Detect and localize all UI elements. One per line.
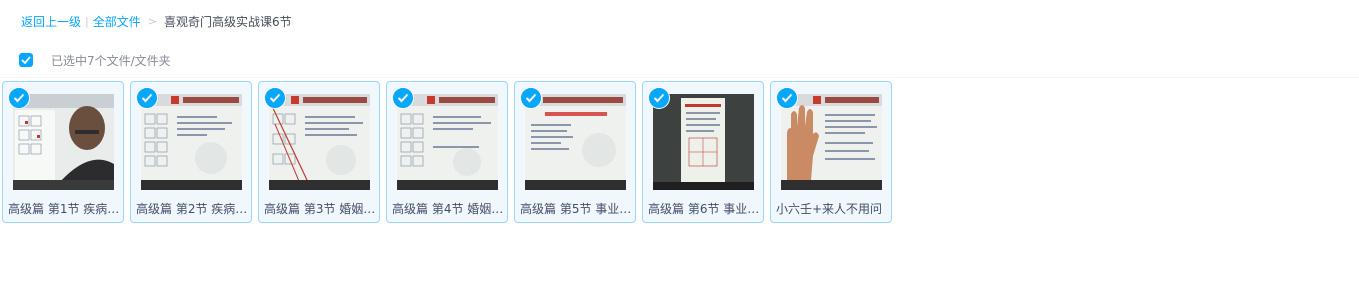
video-thumbnail [13,94,114,190]
current-folder-title: 喜观奇门高级实战课6节 [163,14,292,29]
video-thumbnail [141,94,242,190]
breadcrumb: 返回上一级 | 全部文件 > 喜观奇门高级实战课6节 [21,12,292,30]
chart-board-thumbnail-image [141,94,242,190]
selected-check-icon[interactable] [648,87,670,109]
lecture-thumbnail-image [13,94,114,190]
selected-check-icon[interactable] [264,87,286,109]
selection-count-text: 已选中7个文件/文件夹 [51,53,171,68]
file-card[interactable]: 高级篇 第1节 疾病预测 [2,81,124,223]
file-name[interactable]: 高级篇 第2节 疾病预测 [136,200,249,217]
palm-board-thumbnail-image [781,94,882,190]
selected-check-icon[interactable] [136,87,158,109]
file-card[interactable]: 高级篇 第5节 事业预测 [514,81,636,223]
selected-check-icon[interactable] [520,87,542,109]
divider [0,77,1359,78]
file-name[interactable]: 高级篇 第1节 疾病预测 [8,200,121,217]
check-icon [21,56,31,64]
back-link[interactable]: 返回上一级 [21,13,81,30]
file-name[interactable]: 高级篇 第3节 婚姻预测 [264,200,377,217]
selected-check-icon[interactable] [776,87,798,109]
video-thumbnail [653,94,754,190]
file-card[interactable]: 高级篇 第2节 疾病预测 [130,81,252,223]
select-all-checkbox[interactable] [19,53,33,67]
file-name[interactable]: 高级篇 第5节 事业预测 [520,200,633,217]
file-card[interactable]: 高级篇 第6节 事业预测 [642,81,764,223]
file-name[interactable]: 高级篇 第6节 事业预测 [648,200,761,217]
text-board-thumbnail-image [525,94,626,190]
video-thumbnail [525,94,626,190]
video-thumbnail [397,94,498,190]
video-thumbnail [269,94,370,190]
selection-bar: 已选中7个文件/文件夹 [19,50,171,70]
file-grid: 高级篇 第1节 疾病预测 高级篇 第2节 疾病预测 高级篇 第3节 婚姻预测 高… [2,81,898,223]
chart-board-lines-thumbnail-image [269,94,370,190]
video-thumbnail [781,94,882,190]
all-files-link[interactable]: 全部文件 [93,13,141,30]
file-card[interactable]: 高级篇 第4节 婚姻预测 [386,81,508,223]
file-name[interactable]: 高级篇 第4节 婚姻预测 [392,200,505,217]
selected-check-icon[interactable] [8,87,30,109]
breadcrumb-arrow: > [147,14,157,28]
document-board-thumbnail-image [653,94,754,190]
breadcrumb-divider: | [85,14,89,28]
file-card[interactable]: 小六壬+来人不用问 [770,81,892,223]
file-name[interactable]: 小六壬+来人不用问 [776,200,889,217]
selected-check-icon[interactable] [392,87,414,109]
file-card[interactable]: 高级篇 第3节 婚姻预测 [258,81,380,223]
chart-board-thumbnail-image [397,94,498,190]
